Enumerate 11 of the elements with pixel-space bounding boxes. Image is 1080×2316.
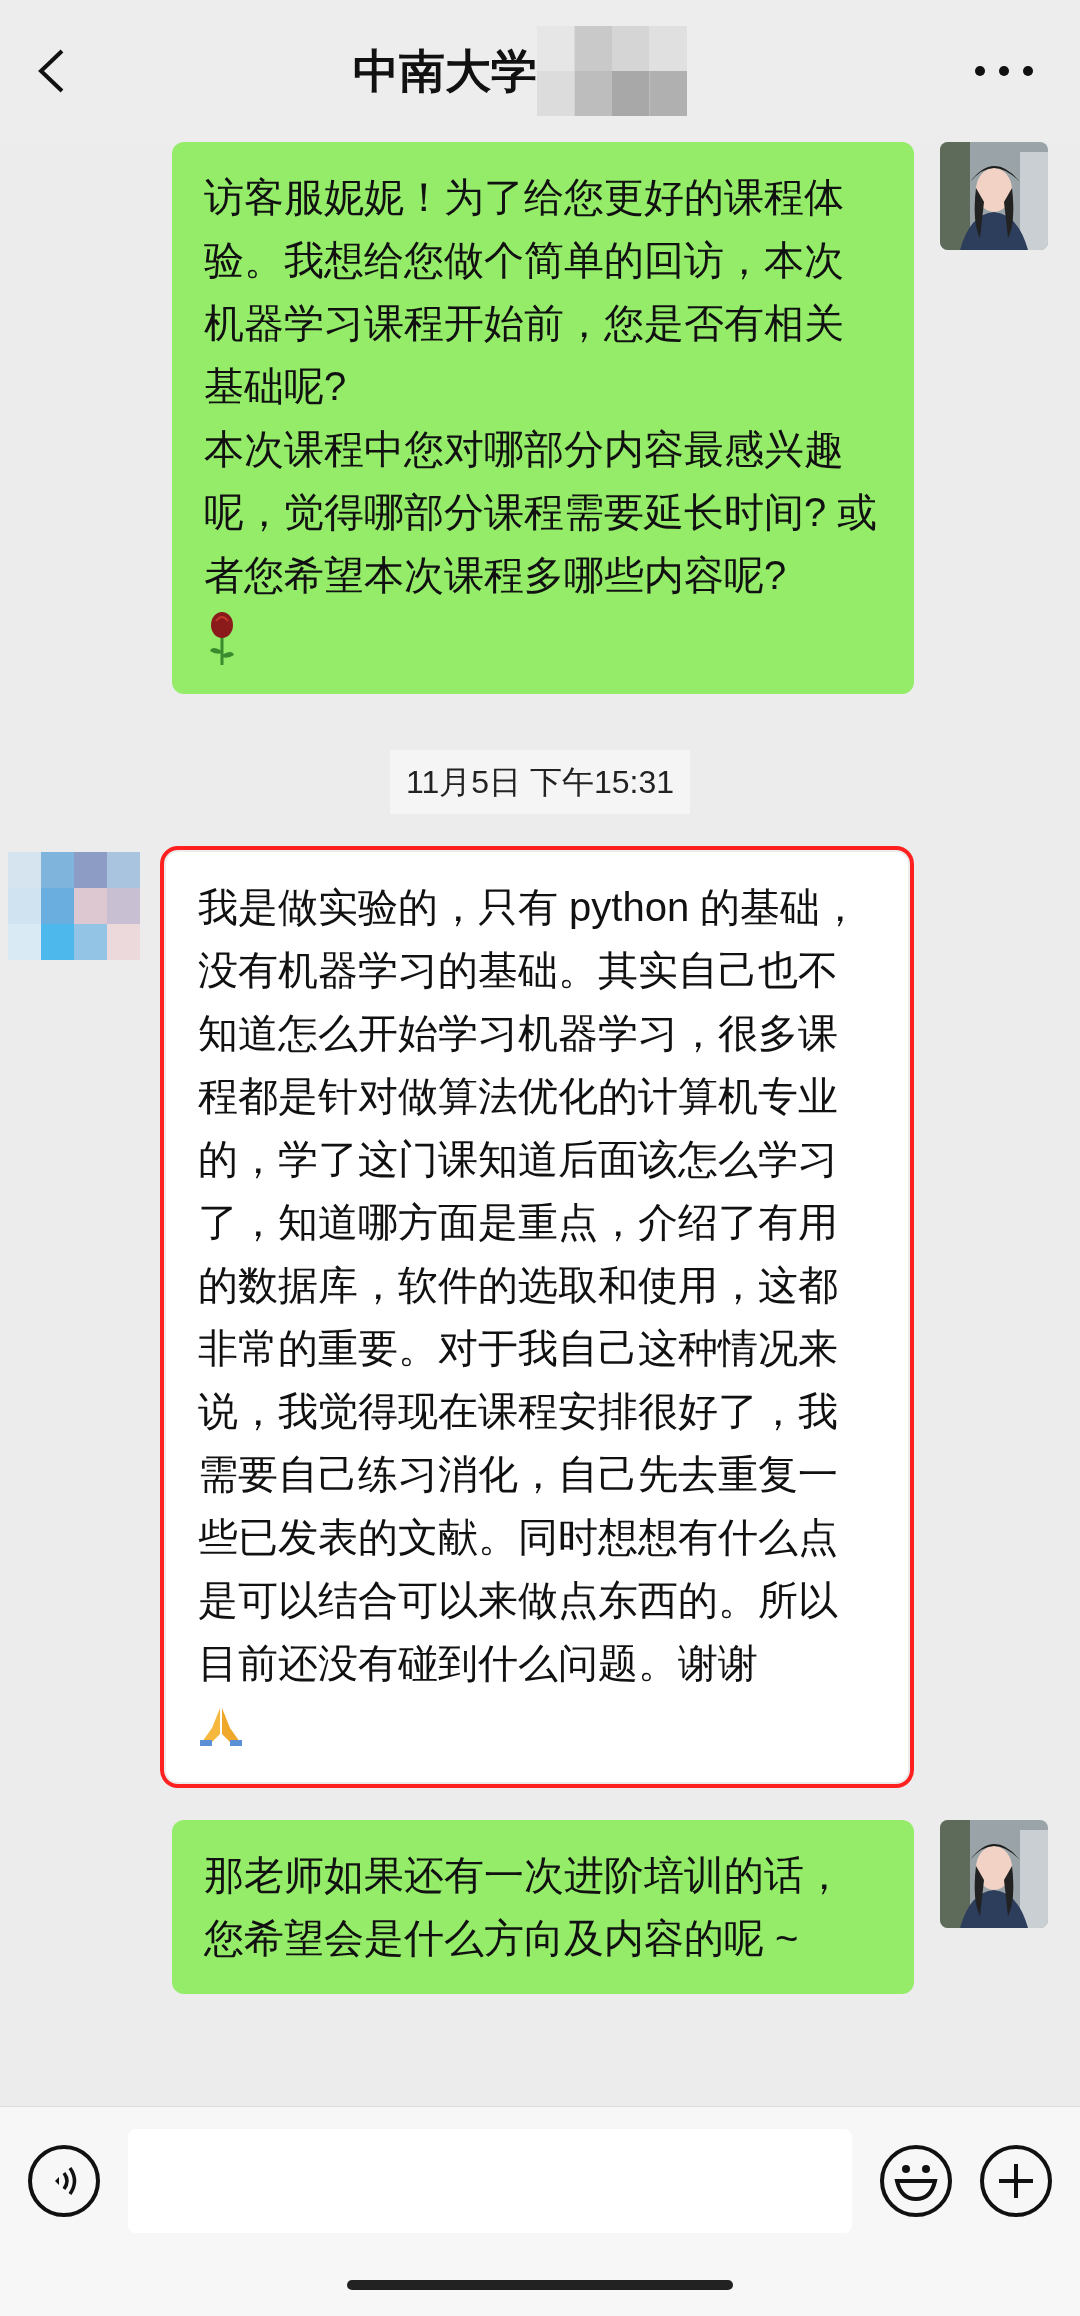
more-icon <box>974 65 1034 77</box>
chat-title: 中南大学 <box>353 43 537 99</box>
voice-button[interactable] <box>28 2145 100 2217</box>
back-icon <box>36 48 66 94</box>
plus-icon <box>997 2162 1035 2200</box>
timestamp: 11月5日 下午15:31 <box>390 750 690 814</box>
add-button[interactable] <box>980 2145 1052 2217</box>
emoji-button[interactable] <box>880 2145 952 2217</box>
message-text: 那老师如果还有一次进阶培训的话，您希望会是什么方向及内容的呢 ~ <box>204 1852 845 1962</box>
message-text: 我是做实验的，只有 python 的基础，没有机器学习的基础。其实自己也不知道怎么开始学习机器学习，很多课程都是针对做算法优化的计算机专业的，学了这门课知道后面该怎么学习了，知道哪方面是重点，介绍了有用的数据库，软件的选取和使用，这都非常的重要。对于我自己这种情况来说，我觉得现在课程安排很好了，我需要自己练习消化，自己先去重复一些已发表的文献。同时想想有什么点是可以结合可以来做点东西的。所以目前还没有碰到什么问题。谢谢 <box>198 884 862 1687</box>
message-text: 访客服妮妮！为了给您更好的课程体验。我想给您做个简单的回访，本次机器学习课程开始前，您是否有相关基础呢? 本次课程中您对哪部分内容最感兴趣呢，觉得哪部分课程需要延长时间? 或者您希望本次课程多哪些内容呢? <box>204 174 879 599</box>
